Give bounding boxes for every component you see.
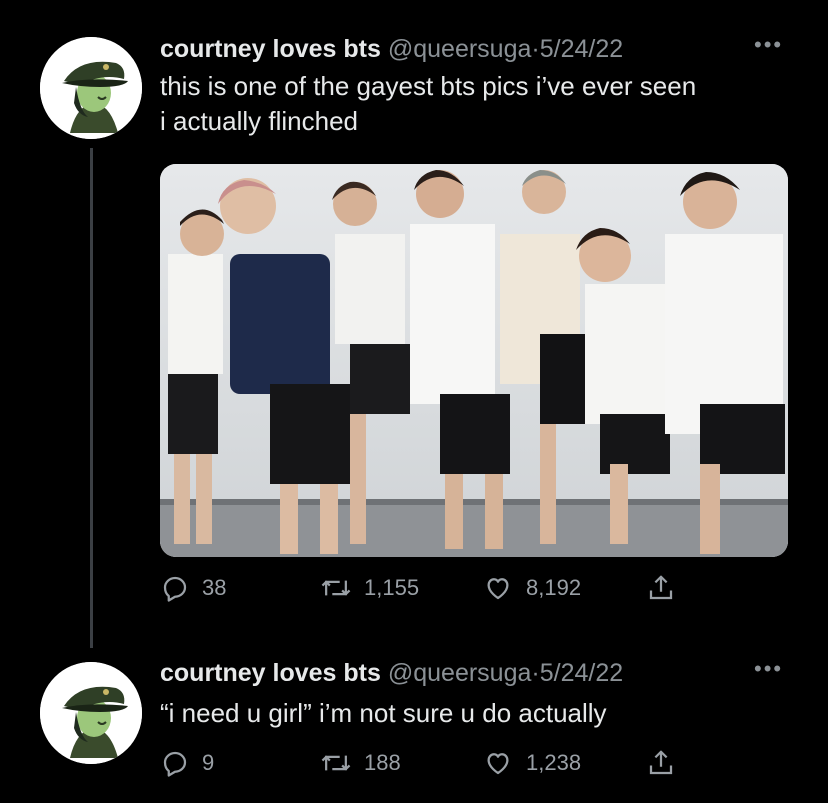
like-count: 8,192 [526,575,582,600]
tweet-text: this is one of the gayest bts pics i’ve … [160,69,696,139]
tweet[interactable]: courtney loves bts @queersuga·5/24/22 ••… [0,645,828,803]
tweet-text-line: i actually flinched [160,106,358,136]
tweet-header: courtney loves bts @queersuga·5/24/22 [160,34,623,64]
tweet-date[interactable]: 5/24/22 [540,659,623,687]
tweet-date[interactable]: 5/24/22 [540,35,623,63]
like-count: 1,238 [526,750,582,775]
tweet-header: courtney loves bts @queersuga·5/24/22 [160,658,623,688]
heart-icon [487,578,509,600]
avatar[interactable] [40,37,142,139]
avatar-illustration [40,662,142,764]
share-button[interactable] [646,748,676,778]
more-icon[interactable]: ••• [754,32,783,58]
like-button[interactable]: 8,192 [482,573,581,603]
tweet-text-line: this is one of the gayest bts pics i’ve … [160,71,697,101]
share-button[interactable] [646,573,676,603]
reply-button[interactable]: 38 [160,573,226,603]
author-name[interactable]: courtney loves bts [160,35,381,63]
reply-count: 38 [202,575,227,600]
thread-line [90,148,93,648]
author-handle[interactable]: @queersuga [388,35,532,63]
reply-count: 9 [202,750,215,775]
tweet-actions: 9 188 1,238 [160,748,680,782]
share-icon [649,750,673,775]
reply-button[interactable]: 9 [160,748,214,778]
retweet-count: 1,155 [364,575,420,600]
retweet-icon [321,580,351,596]
separator: · [531,659,540,687]
author-handle[interactable]: @queersuga [388,659,532,687]
group-photo-illustration [160,164,788,557]
heart-icon [487,753,509,775]
share-icon [649,575,673,600]
tweet[interactable]: courtney loves bts @queersuga·5/24/22 ••… [0,0,828,648]
reply-icon [163,751,187,777]
reply-icon [163,576,187,602]
tweet-text: “i need u girl” i’m not sure u do actual… [160,696,607,731]
separator: · [531,35,540,63]
tweet-text-line: “i need u girl” i’m not sure u do actual… [160,698,607,728]
like-button[interactable]: 1,238 [482,748,581,778]
retweet-count: 188 [364,750,401,775]
avatar[interactable] [40,662,142,764]
tweet-photo[interactable] [160,164,788,557]
retweet-button[interactable]: 188 [320,748,401,778]
retweet-icon [321,755,351,771]
avatar-illustration [40,37,142,139]
more-icon[interactable]: ••• [754,656,783,682]
retweet-button[interactable]: 1,155 [320,573,419,603]
tweet-actions: 38 1,155 8,192 [160,573,680,607]
author-name[interactable]: courtney loves bts [160,659,381,687]
